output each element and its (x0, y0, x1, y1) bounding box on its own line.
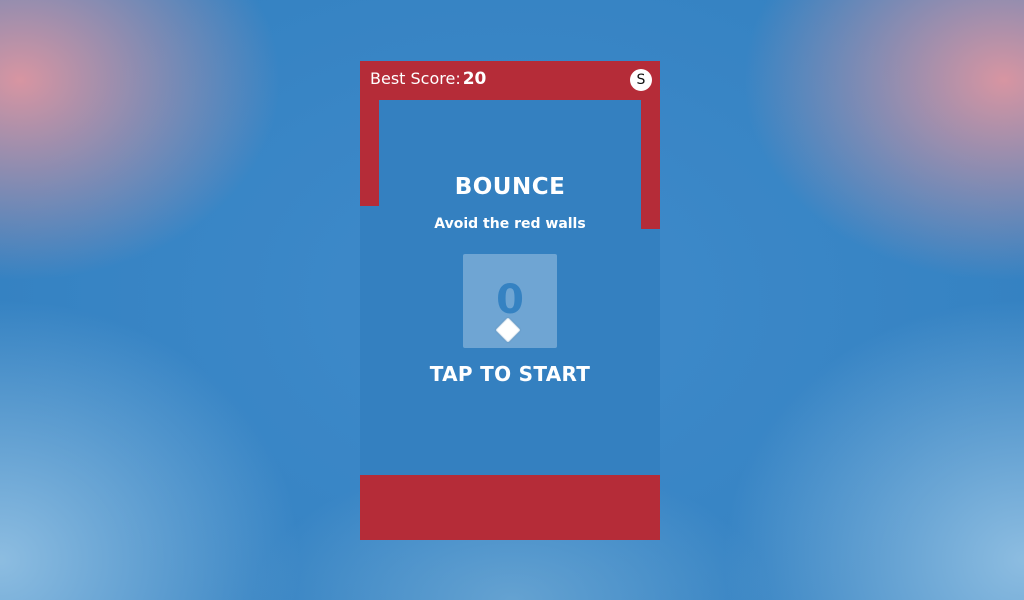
current-score: 0 (496, 277, 524, 323)
bottom-red-wall (360, 475, 660, 540)
share-icon[interactable]: S (630, 69, 652, 91)
game-title: BOUNCE (454, 174, 566, 200)
best-score-value: 20 (462, 69, 487, 89)
game-subtitle: Avoid the red walls (434, 216, 586, 232)
right-red-wall (641, 100, 660, 229)
tap-to-start-button[interactable]: TAP TO START (360, 362, 660, 386)
game-canvas[interactable]: Best Score: 20 S BOUNCE Avoid the red wal… (360, 61, 660, 540)
best-score: Best Score: 20 (370, 69, 486, 89)
best-score-label: Best Score: (370, 69, 461, 88)
top-bar: Best Score: 20 S (360, 61, 660, 100)
